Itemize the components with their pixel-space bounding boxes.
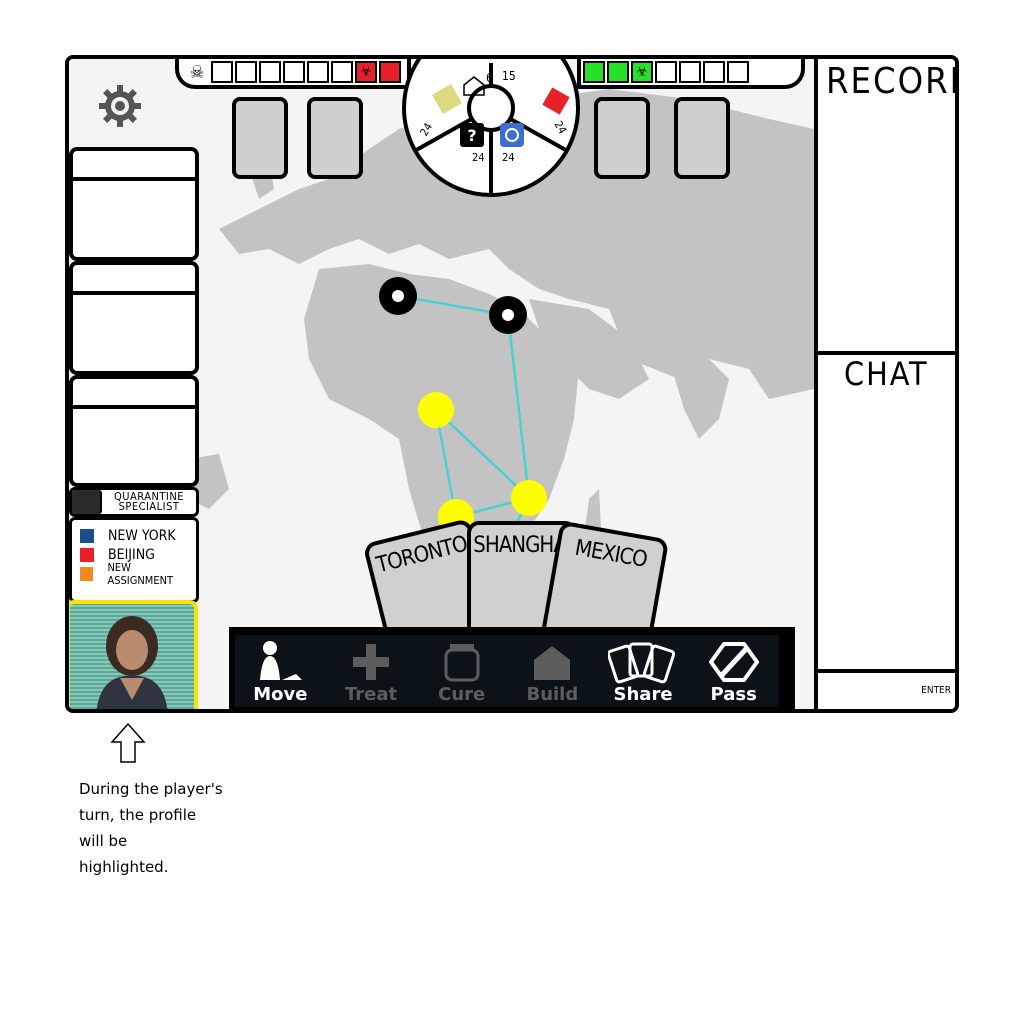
chat-title: CHAT [844,355,929,393]
chat-input[interactable] [818,673,928,709]
cards-icon [608,642,676,684]
treat-button[interactable]: Treat [326,635,417,707]
pass-button[interactable]: Pass [688,635,779,707]
player-hand-list: NEW YORK BEIJING NEW ASSIGNMENT [69,517,199,603]
outbreak-track: ☠ ☣ [175,59,411,89]
supply-wheel: ? 6 15 24 24 24 24 [402,59,580,197]
cure-button[interactable]: Cure [416,635,507,707]
record-log [818,103,955,349]
game-board: ☠ ☣ ☣ ? 6 15 24 24 24 24 QUARANTINE SPEC… [65,55,959,713]
action-bar: Move Treat Cure Build Share Pass [229,627,795,709]
outbreak-cell [211,61,233,83]
biohazard-icon: ☣ [355,61,377,83]
black-cube-count: 24 [472,151,485,164]
time-count: 15 [502,69,516,83]
player-card-slot[interactable] [232,97,288,179]
arrow-up-icon [110,722,146,763]
cure-cell-filled [607,61,629,83]
cure-track: ☣ [577,59,805,89]
outbreak-cell [307,61,329,83]
hand-item[interactable]: NEW YORK [80,526,196,545]
research-count: 6 [486,71,493,85]
role-avatar [72,490,102,514]
outbreak-cell-filled [379,61,401,83]
city-color-swatch [80,528,94,543]
svg-text:?: ? [467,126,476,145]
other-player-panel[interactable] [69,147,199,261]
biohazard-icon: ☣ [631,61,653,83]
city-black-2[interactable] [489,296,527,334]
chat-log [818,399,955,667]
other-player-panel[interactable] [69,375,199,487]
outbreak-cell [331,61,353,83]
cure-cell [655,61,677,83]
annotation-note: During the player's turn, the profile wi… [79,780,223,876]
role-badge: QUARANTINE SPECIALIST [69,487,199,517]
side-panel: RECORD CHAT ENTER [814,59,955,709]
cure-cell-filled [583,61,605,83]
city-yellow-2[interactable] [511,480,547,516]
cross-icon [353,644,389,680]
other-player-panel[interactable] [69,261,199,375]
assignment-swatch [80,566,94,581]
house-icon [534,646,571,680]
cure-icon [444,644,480,682]
gear-icon[interactable] [97,83,143,129]
record-title: RECORD [826,61,955,102]
outbreak-cell [283,61,305,83]
share-button[interactable]: Share [598,635,689,707]
role-name: QUARANTINE SPECIALIST [113,490,184,513]
skull-icon: ☠ [189,61,205,83]
move-button[interactable]: Move [235,635,326,707]
outbreak-cell [259,61,281,83]
player-card-slot[interactable] [594,97,650,179]
enter-button[interactable]: ENTER [921,685,951,696]
outbreak-cell [235,61,257,83]
cure-cell [703,61,725,83]
player-card-slot[interactable] [307,97,363,179]
player-card-slot[interactable] [674,97,730,179]
pass-icon [708,642,759,682]
cure-cell [679,61,701,83]
cure-cell [727,61,749,83]
build-button[interactable]: Build [507,635,598,707]
player-profile-avatar[interactable] [69,600,198,709]
city-color-swatch [80,547,94,562]
city-black-1[interactable] [379,277,417,315]
city-yellow-1[interactable] [418,392,454,428]
hand-item[interactable]: NEW ASSIGNMENT [80,561,196,587]
blue-cube-count: 24 [502,151,515,164]
pawn-icon [260,641,303,680]
